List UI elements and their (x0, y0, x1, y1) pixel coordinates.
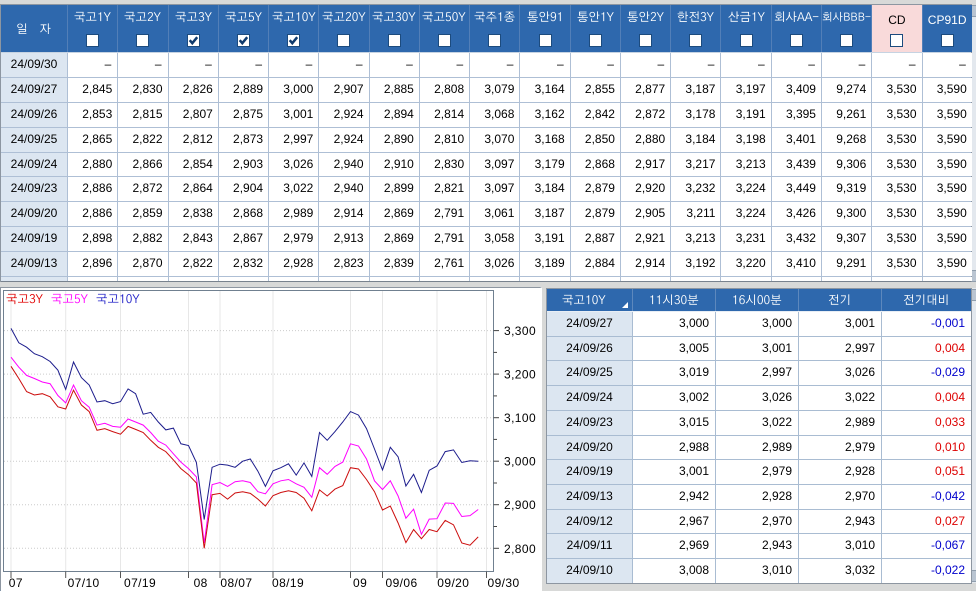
svg-text:3,300: 3,300 (504, 324, 536, 338)
svg-text:09/20: 09/20 (437, 576, 469, 590)
svg-text:09/30: 09/30 (488, 576, 520, 590)
svg-text:08: 08 (194, 576, 208, 590)
svg-text:3,000: 3,000 (504, 455, 536, 469)
svg-text:08/07: 08/07 (220, 576, 252, 590)
svg-text:3,100: 3,100 (504, 411, 536, 425)
svg-text:2,900: 2,900 (504, 498, 536, 512)
svg-text:09: 09 (353, 576, 367, 590)
svg-text:07/10: 07/10 (68, 576, 100, 590)
svg-text:08/19: 08/19 (272, 576, 304, 590)
svg-text:07/19: 07/19 (124, 576, 156, 590)
svg-text:07: 07 (9, 576, 23, 590)
svg-text:3,200: 3,200 (504, 368, 536, 382)
svg-text:09/06: 09/06 (386, 576, 418, 590)
svg-text:2,800: 2,800 (504, 542, 536, 556)
